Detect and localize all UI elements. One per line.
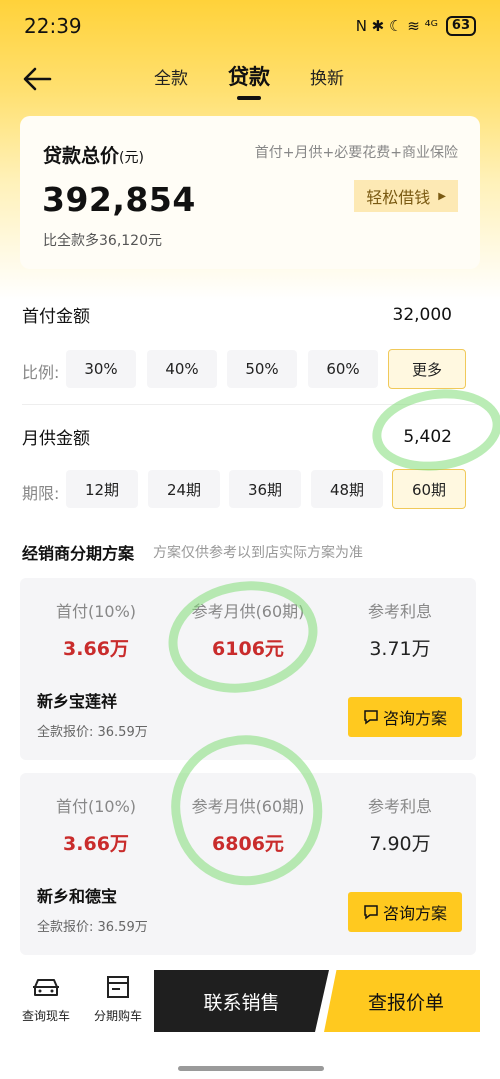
ratio-label: 比例:: [22, 363, 60, 382]
plan-down-payment: 首付(10%) 3.66万: [20, 598, 172, 661]
tab-trade-in[interactable]: 换新: [310, 64, 344, 89]
dealer-plans-note: 方案仅供参考以到店实际方案为准: [153, 545, 363, 561]
consult-plan-label: 咨询方案: [382, 904, 447, 923]
status-icons-text: N ✱ ☾ ≋ ⁴ᴳ: [355, 17, 438, 35]
plan-monthly-value: 6106元: [212, 638, 284, 660]
plan-monthly: 参考月供(60期) 6806元: [172, 793, 324, 856]
dealer-name: 新乡宝莲祥: [37, 692, 118, 711]
chat-icon: [364, 710, 378, 725]
loan-total-unit: (元): [119, 150, 144, 166]
loan-total-title: 贷款总价(元): [43, 141, 144, 168]
ratio-option-50[interactable]: 50%: [227, 350, 297, 388]
down-payment-value: 32,000: [392, 305, 452, 325]
chat-icon: [364, 905, 378, 920]
quote-sheet-button[interactable]: 查报价单: [324, 970, 480, 1032]
plan-interest-label: 参考利息: [367, 797, 432, 816]
consult-plan-label: 咨询方案: [382, 709, 447, 728]
plan-down-payment-value: 3.66万: [63, 638, 129, 660]
loan-total-compare: 比全款多36,120元: [43, 233, 162, 249]
ratio-option-more[interactable]: 更多: [388, 349, 466, 389]
ratio-option-30[interactable]: 30%: [66, 350, 136, 388]
bottom-action-bar: 查询现车 分期购车 联系销售 查报价单: [0, 960, 500, 1050]
plan-interest: 参考利息 7.90万: [324, 793, 476, 856]
query-car-button[interactable]: 查询现车: [13, 974, 79, 1024]
dealer-plans-title: 经销商分期方案: [22, 544, 135, 563]
consult-plan-button[interactable]: 咨询方案: [348, 697, 462, 737]
plan-down-payment-label: 首付(10%): [55, 602, 137, 621]
dealer-plan-card: 首付(10%) 3.66万 参考月供(60期) 6106元 参考利息 3.71万…: [20, 578, 476, 760]
plan-interest-label: 参考利息: [367, 602, 432, 621]
term-option-60[interactable]: 60期: [392, 469, 466, 509]
installment-label: 分期购车: [93, 1009, 142, 1023]
loan-total-card: 贷款总价(元) 首付+月供+必要花费+商业保险 392,854 轻松借钱 ▶ 比…: [20, 116, 480, 269]
down-payment-label: 首付金额: [22, 307, 90, 327]
ratio-option-60[interactable]: 60%: [308, 350, 378, 388]
nav-bar: 全款 贷款 换新: [0, 52, 500, 106]
loan-total-formula: 首付+月供+必要花费+商业保险: [254, 145, 458, 161]
term-option-12[interactable]: 12期: [66, 470, 138, 508]
term-option-48[interactable]: 48期: [311, 470, 383, 508]
status-bar: 22:39 N ✱ ☾ ≋ ⁴ᴳ 63: [0, 0, 500, 52]
dealer-full-price: 全款报价: 36.59万: [37, 725, 148, 740]
plan-down-payment-value: 3.66万: [63, 833, 129, 855]
loan-total-amount: 392,854: [42, 180, 196, 219]
plan-monthly-label: 参考月供(60期): [191, 797, 305, 816]
plan-monthly: 参考月供(60期) 6106元: [172, 598, 324, 661]
plan-down-payment: 首付(10%) 3.66万: [20, 793, 172, 856]
dealer-name: 新乡和德宝: [37, 887, 118, 906]
status-icons: N ✱ ☾ ≋ ⁴ᴳ 63: [356, 16, 476, 36]
installment-button[interactable]: 分期购车: [85, 974, 151, 1024]
installment-card-icon: [107, 976, 129, 998]
easy-borrow-label: 轻松借钱: [366, 188, 431, 207]
plan-monthly-value: 6806元: [212, 833, 284, 855]
battery-icon: 63: [445, 16, 476, 36]
term-label: 期限:: [22, 484, 60, 503]
status-time: 22:39: [24, 14, 82, 38]
tab-loan[interactable]: 贷款: [228, 61, 270, 91]
play-triangle-icon: ▶: [438, 190, 446, 202]
plan-down-payment-label: 首付(10%): [55, 797, 137, 816]
term-option-24[interactable]: 24期: [148, 470, 220, 508]
monthly-payment-label: 月供金额: [22, 429, 90, 449]
home-indicator[interactable]: [178, 1066, 324, 1071]
ratio-option-40[interactable]: 40%: [147, 350, 217, 388]
loan-total-title-text: 贷款总价: [43, 145, 120, 167]
term-option-36[interactable]: 36期: [229, 470, 301, 508]
dealer-full-price: 全款报价: 36.59万: [37, 920, 148, 935]
active-tab-indicator: [237, 96, 261, 100]
car-icon: [33, 979, 59, 996]
back-arrow-icon[interactable]: [20, 62, 54, 96]
tab-full-payment[interactable]: 全款: [154, 64, 188, 89]
query-car-label: 查询现车: [21, 1009, 70, 1023]
consult-plan-button[interactable]: 咨询方案: [348, 892, 462, 932]
easy-borrow-button[interactable]: 轻松借钱 ▶: [354, 180, 458, 212]
dealer-plan-card: 首付(10%) 3.66万 参考月供(60期) 6806元 参考利息 7.90万…: [20, 773, 476, 955]
plan-interest-value: 7.90万: [369, 833, 431, 855]
plan-monthly-label: 参考月供(60期): [191, 602, 305, 621]
contact-sales-button[interactable]: 联系销售: [154, 970, 329, 1032]
plan-interest-value: 3.71万: [369, 638, 431, 660]
plan-interest: 参考利息 3.71万: [324, 598, 476, 661]
divider: [22, 404, 478, 405]
monthly-payment-value: 5,402: [403, 427, 452, 447]
